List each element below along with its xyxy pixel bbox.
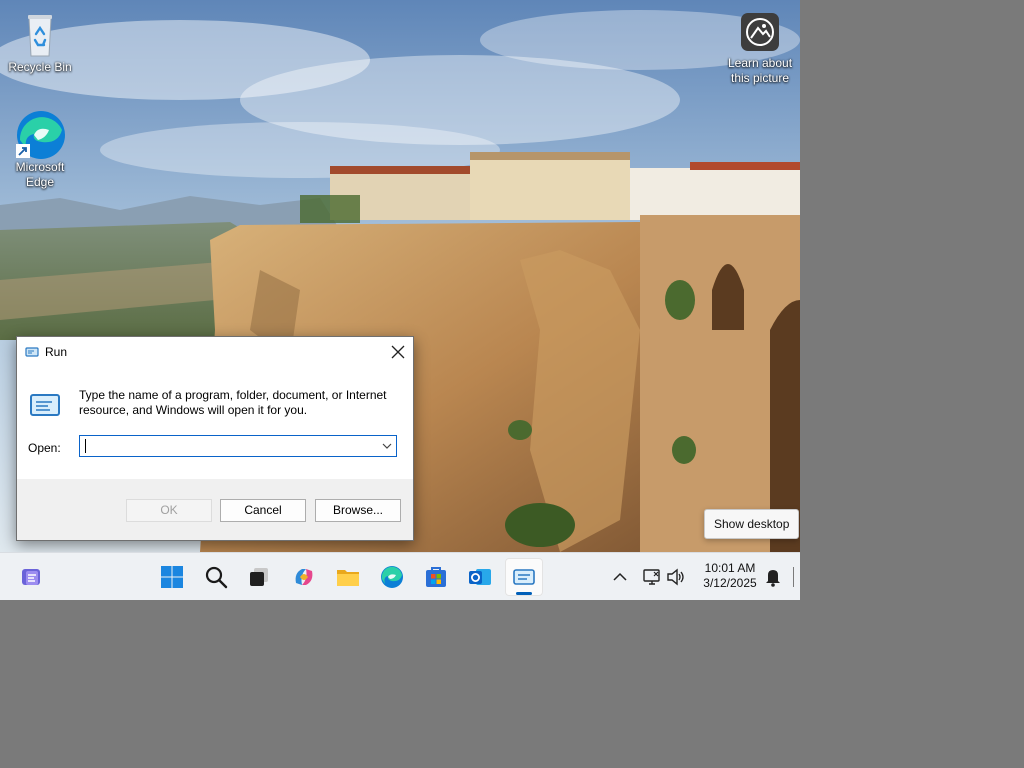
store-icon (426, 567, 446, 587)
clock-date: 3/12/2025 (703, 576, 757, 590)
camera-info-icon (740, 12, 780, 52)
edge-shortcut[interactable]: Microsoft Edge (4, 110, 76, 190)
run-dialog-titlebar[interactable]: Run (17, 337, 413, 367)
cancel-button[interactable]: Cancel (220, 499, 306, 522)
folder-icon (337, 570, 359, 586)
show-desktop-tooltip: Show desktop (704, 509, 800, 539)
taskbar-run-button[interactable] (505, 558, 543, 596)
recycle-bin-icon (16, 10, 64, 58)
taskbar-outlook-button[interactable] (461, 558, 499, 596)
taskbar-file-explorer-button[interactable] (329, 558, 367, 596)
bell-icon (766, 566, 781, 587)
learn-about-label-line1: Learn about (727, 56, 793, 70)
taskbar-search-button[interactable] (197, 558, 235, 596)
chevron-down-icon (382, 443, 392, 449)
learn-about-picture-shortcut[interactable]: Learn about this picture (722, 12, 798, 86)
edge-label-line1: Microsoft (15, 160, 65, 174)
run-dialog-title: Run (45, 345, 68, 359)
learn-about-label-line2: this picture (730, 71, 790, 85)
clock-button[interactable]: 10:01 AM 3/12/2025 (694, 561, 766, 591)
recycle-bin-label: Recycle Bin (8, 60, 72, 74)
outlook-icon (469, 569, 491, 585)
browse-button[interactable]: Browse... (315, 499, 401, 522)
run-dialog-body: Type the name of a program, folder, docu… (17, 367, 413, 479)
run-icon (25, 345, 39, 362)
taskbar-edge-button[interactable] (373, 558, 411, 596)
taskbar-copilot-button[interactable] (285, 558, 323, 596)
open-combobox[interactable] (79, 435, 397, 457)
taskbar: 10:01 AM 3/12/2025 (0, 552, 800, 600)
run-program-icon (29, 391, 61, 422)
widgets-icon (22, 569, 40, 585)
recycle-bin-shortcut[interactable]: Recycle Bin (4, 10, 76, 75)
run-dialog: Run Type the name of a program, folder, … (16, 336, 414, 541)
copilot-icon (295, 569, 313, 585)
show-hidden-icons-button[interactable] (604, 558, 636, 596)
show-desktop-button[interactable] (793, 567, 794, 587)
volume-icon (667, 568, 684, 586)
taskbar-widgets-button[interactable] (12, 558, 50, 596)
search-icon (205, 566, 228, 589)
chevron-up-icon (613, 572, 627, 581)
edge-label-line2: Edge (25, 175, 55, 189)
active-app-indicator (516, 592, 532, 595)
open-label: Open: (28, 441, 61, 455)
taskbar-store-button[interactable] (417, 558, 455, 596)
desktop-screen: Recycle Bin Microsoft Edge Learn about t… (0, 0, 800, 600)
network-icon (643, 569, 660, 585)
taskbar-task-view-button[interactable] (240, 558, 278, 596)
notifications-button[interactable] (760, 558, 786, 596)
windows-start-icon (161, 566, 183, 588)
clock-time: 10:01 AM (704, 561, 756, 575)
edge-icon (381, 566, 403, 588)
run-dialog-message: Type the name of a program, folder, docu… (79, 388, 387, 417)
close-button[interactable] (383, 337, 413, 367)
task-view-icon (250, 568, 268, 586)
dropdown-button[interactable] (378, 436, 396, 456)
close-icon (391, 345, 405, 359)
open-input[interactable] (82, 437, 376, 457)
edge-icon (16, 110, 65, 159)
run-icon (513, 569, 535, 585)
ok-button[interactable]: OK (126, 499, 212, 522)
network-volume-button[interactable] (638, 558, 698, 596)
taskbar-start-button[interactable] (153, 558, 191, 596)
